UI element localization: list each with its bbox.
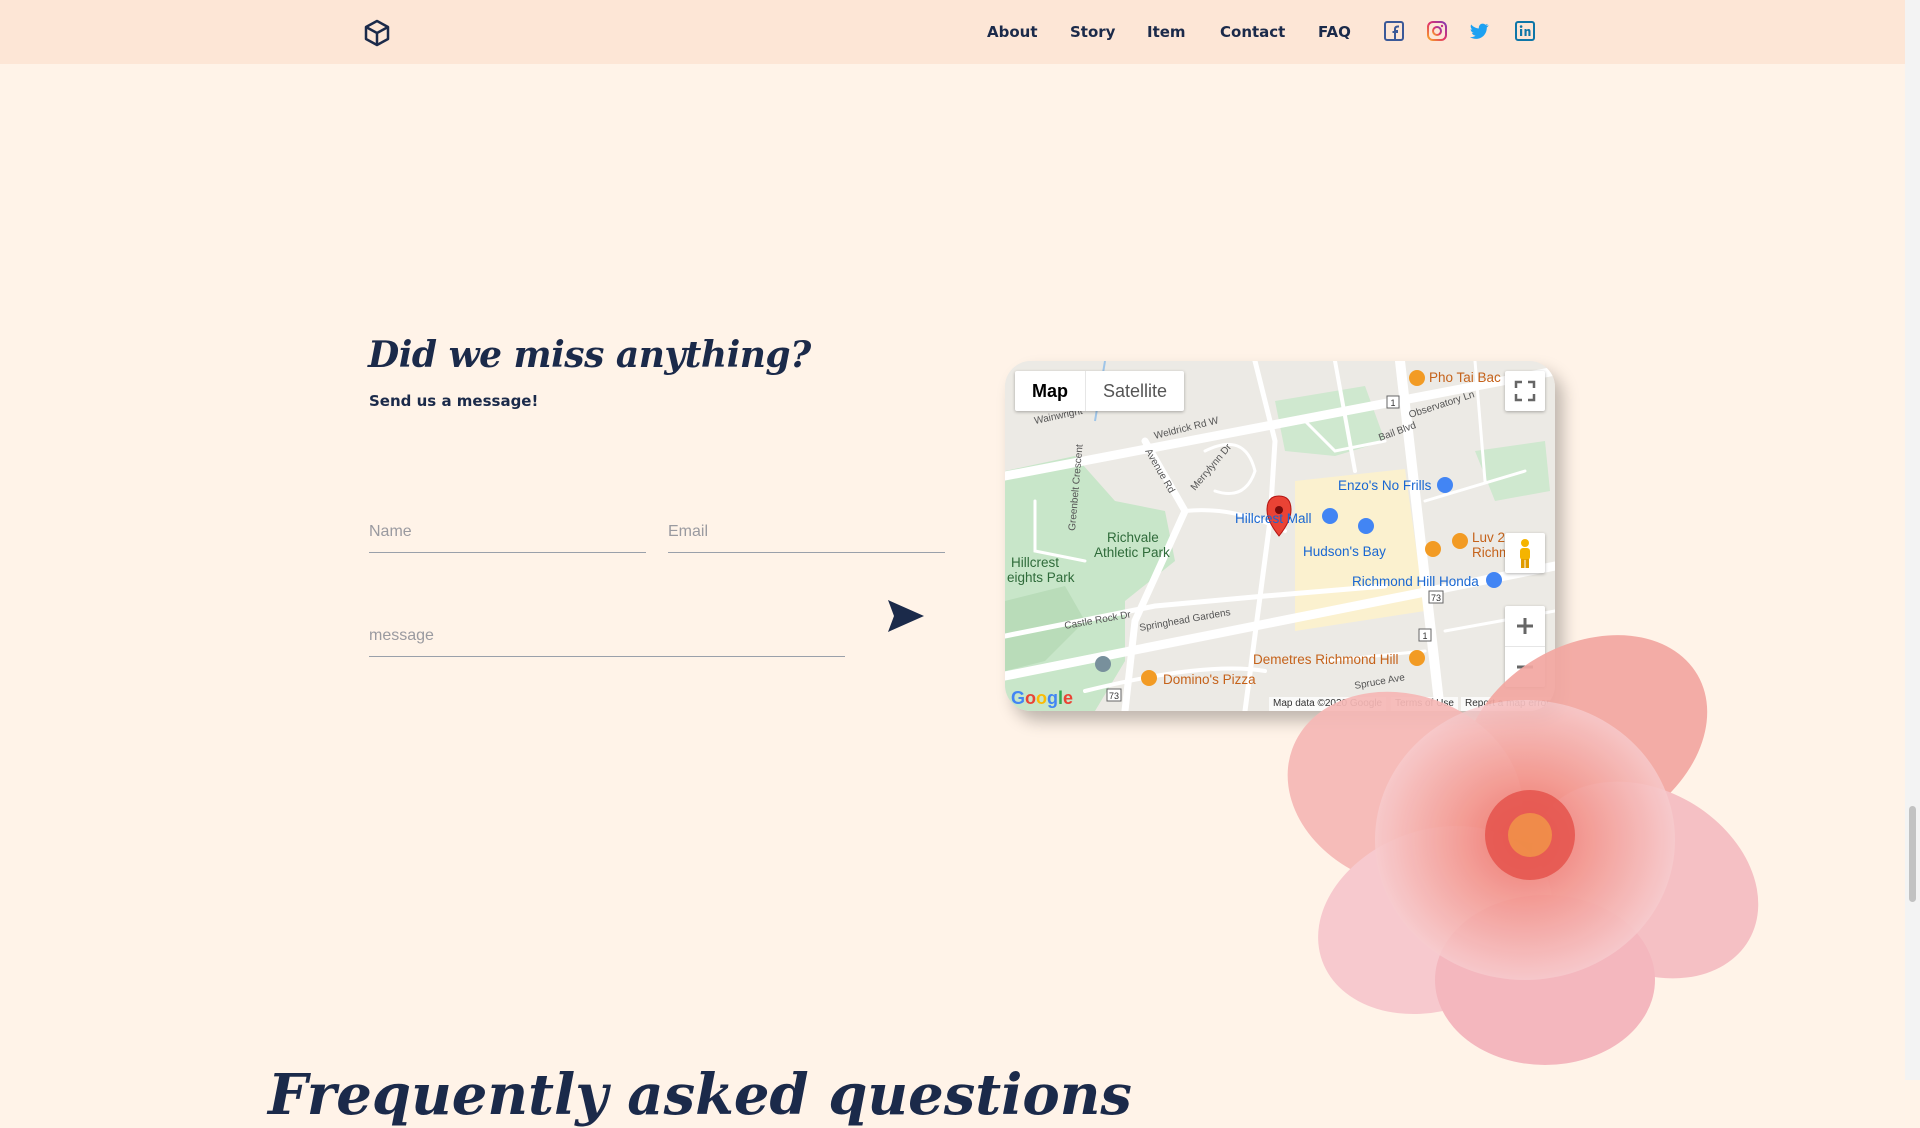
name-input[interactable] [369,520,646,553]
map-type-control: Map Satellite [1015,371,1185,411]
fullscreen-icon [1514,380,1536,402]
poi-enzos-no-frills[interactable]: Enzo's No Frills [1338,478,1431,493]
email-input[interactable] [668,520,945,553]
contact-heading: Did we miss anything? [368,334,811,376]
poi-hudsons-bay[interactable]: Hudson's Bay [1303,544,1386,559]
park-heights-park: eights Park [1007,570,1075,585]
page-scrollbar[interactable] [1905,0,1920,1080]
street-view-button[interactable] [1505,533,1545,573]
facebook-icon[interactable] [1383,20,1405,42]
top-navbar: About Story Item Contact FAQ [0,0,1905,64]
send-arrow-icon[interactable] [886,596,926,636]
watercolor-flower-image [1287,635,1759,1065]
route-shield-label: 73 [1109,691,1119,701]
pegman-icon [1520,539,1530,568]
map-type-map-button[interactable]: Map [1015,371,1085,411]
faq-section-heading: Frequently asked questions [268,1062,1132,1128]
message-input[interactable] [369,624,845,657]
contact-subheading: Send us a message! [369,392,539,410]
map-type-satellite-button[interactable]: Satellite [1085,371,1184,411]
poi-luv[interactable]: Luv 2 [1472,530,1505,545]
poi-hillcrest-mall[interactable]: Hillcrest Mall [1235,511,1312,526]
fullscreen-button[interactable] [1505,371,1545,411]
twitter-icon[interactable] [1468,20,1490,42]
nav-about[interactable]: About [987,23,1038,41]
park-athletic-park: Athletic Park [1094,545,1170,560]
scrollbar-thumb[interactable] [1909,806,1916,902]
park-richvale: Richvale [1107,530,1159,545]
instagram-icon[interactable] [1426,20,1448,42]
nav-contact[interactable]: Contact [1220,23,1285,41]
poi-dominos-pizza[interactable]: Domino's Pizza [1163,672,1256,687]
google-logo[interactable]: Google [1011,688,1073,709]
nav-story[interactable]: Story [1070,23,1115,41]
poi-pho-tai-bac[interactable]: Pho Tai Bac [1429,370,1501,385]
linkedin-icon[interactable] [1514,20,1536,42]
park-hillcrest: Hillcrest [1011,555,1060,570]
route-shield-label: 1 [1390,398,1395,408]
poi-richmond-hill-honda[interactable]: Richmond Hill Honda [1352,574,1479,589]
nav-item[interactable]: Item [1147,23,1186,41]
nav-faq[interactable]: FAQ [1318,23,1351,41]
cube-logo-icon[interactable] [362,18,392,48]
